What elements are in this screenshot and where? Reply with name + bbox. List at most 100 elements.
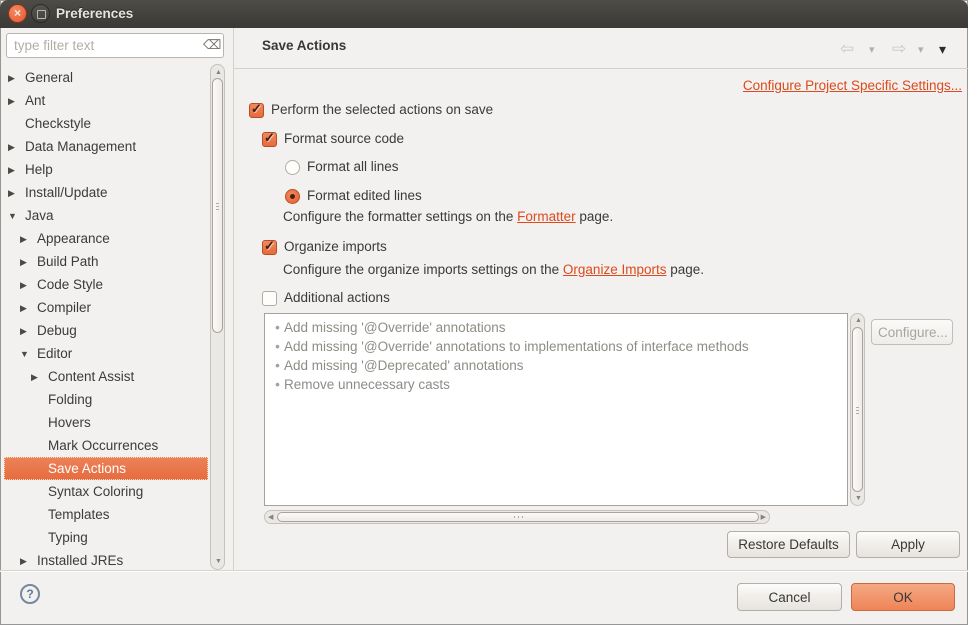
cancel-button[interactable]: Cancel (737, 583, 842, 611)
configure-project-settings-link[interactable]: Configure Project Specific Settings... (743, 78, 962, 93)
list-scrollbar-thumb[interactable] (852, 327, 863, 492)
list-item: •Remove unnecessary casts (265, 375, 847, 394)
tree-item-label: Typing (48, 530, 88, 545)
apply-button[interactable]: Apply (856, 531, 960, 558)
format-edited-lines-radio[interactable] (285, 189, 300, 204)
scroll-up-icon[interactable]: ▲ (215, 69, 222, 76)
list-item-text: Add missing '@Override' annotations to i… (284, 339, 749, 354)
tree-item-debug[interactable]: ▶ Debug (4, 319, 208, 342)
format-edited-lines-label: Format edited lines (307, 188, 422, 203)
tree-item-hovers[interactable]: Hovers (4, 411, 208, 434)
expand-icon[interactable]: ▶ (8, 136, 21, 159)
organize-note-pre: Configure the organize imports settings … (283, 262, 563, 277)
tree-item-syntax-coloring[interactable]: Syntax Coloring (4, 480, 208, 503)
additional-actions-list[interactable]: •Add missing '@Override' annotations•Add… (264, 313, 848, 506)
list-horizontal-scrollbar[interactable]: ◀ ▶ (264, 510, 770, 524)
tree-scrollbar-thumb[interactable] (212, 78, 223, 333)
tree-item-data-management[interactable]: ▶Data Management (4, 135, 208, 158)
maximize-button[interactable] (31, 4, 50, 23)
organize-imports-checkbox[interactable]: ✓ (262, 240, 277, 255)
maximize-icon (37, 10, 46, 19)
tree-item-installed-jres[interactable]: ▶ Installed JREs (4, 549, 208, 570)
expand-icon[interactable]: ▶ (20, 251, 33, 274)
restore-defaults-button[interactable]: Restore Defaults (727, 531, 850, 558)
scroll-up-icon[interactable]: ▲ (855, 317, 862, 324)
expand-icon[interactable]: ▶ (20, 274, 33, 297)
clear-filter-icon[interactable]: ⌫ (203, 37, 221, 53)
help-button[interactable]: ? (20, 584, 40, 604)
list-item-text: Remove unnecessary casts (284, 377, 450, 392)
hscrollbar-thumb[interactable] (277, 512, 759, 522)
tree-item-compiler[interactable]: ▶ Compiler (4, 296, 208, 319)
format-all-lines-radio[interactable] (285, 160, 300, 175)
help-icon: ? (22, 586, 38, 603)
tree-item-label: Compiler (37, 300, 91, 315)
list-item: •Add missing '@Deprecated' annotations (265, 356, 847, 375)
expand-icon[interactable]: ▶ (8, 159, 21, 182)
scroll-down-icon[interactable]: ▼ (215, 558, 222, 565)
scroll-grip (856, 410, 859, 411)
tree-item-templates[interactable]: Templates (4, 503, 208, 526)
close-button[interactable]: × (8, 4, 27, 23)
filter-input[interactable] (6, 33, 224, 58)
tree-item-editor[interactable]: ▼Editor (4, 342, 208, 365)
tree-item-save-actions[interactable]: Save Actions (4, 457, 208, 480)
expand-icon[interactable]: ▶ (31, 366, 44, 389)
expand-icon[interactable]: ▶ (8, 90, 21, 113)
tree-item-general[interactable]: ▶General (4, 66, 208, 89)
tree-item-content-assist[interactable]: ▶Content Assist (4, 365, 208, 388)
tree-item-build-path[interactable]: ▶Build Path (4, 250, 208, 273)
perform-actions-checkbox[interactable]: ✓ (249, 103, 264, 118)
tree-item-mark-occurrences[interactable]: Mark Occurrences (4, 434, 208, 457)
back-dropdown-icon[interactable]: ▾ (869, 43, 875, 56)
list-item-text: Add missing '@Deprecated' annotations (284, 358, 524, 373)
collapse-icon[interactable]: ▼ (20, 343, 33, 366)
expand-icon[interactable]: ▶ (20, 320, 33, 343)
format-source-checkbox[interactable]: ✓ (262, 132, 277, 147)
expand-icon[interactable]: ▶ (20, 550, 33, 570)
organize-imports-link[interactable]: Organize Imports (563, 262, 667, 277)
tree-item-ant[interactable]: ▶Ant (4, 89, 208, 112)
expand-icon[interactable]: ▶ (8, 67, 21, 90)
tree-item-folding[interactable]: Folding (4, 388, 208, 411)
tree-item-typing[interactable]: Typing (4, 526, 208, 549)
tree-item-label: Hovers (48, 415, 91, 430)
additional-actions-label: Additional actions (284, 290, 390, 305)
tree-item-checkstyle[interactable]: Checkstyle (4, 112, 208, 135)
check-icon: ✓ (264, 238, 275, 254)
expand-icon[interactable]: ▶ (20, 228, 33, 251)
scroll-left-icon[interactable]: ◀ (268, 514, 273, 521)
view-menu-icon[interactable]: ▾ (939, 41, 946, 58)
list-vertical-scrollbar[interactable]: ▲ ▼ (850, 313, 865, 506)
titlebar[interactable]: × Preferences (0, 0, 968, 28)
tree-item-install-update[interactable]: ▶Install/Update (4, 181, 208, 204)
additional-actions-checkbox[interactable] (262, 291, 277, 306)
formatter-note-pre: Configure the formatter settings on the (283, 209, 517, 224)
bullet-icon: • (271, 375, 284, 394)
ok-button[interactable]: OK (851, 583, 955, 611)
forward-dropdown-icon[interactable]: ▾ (918, 43, 924, 56)
window-title: Preferences (56, 0, 133, 28)
back-icon[interactable]: ⇦ (840, 39, 854, 59)
scroll-down-icon[interactable]: ▼ (855, 495, 862, 502)
header-divider (234, 68, 968, 69)
list-item: •Add missing '@Override' annotations (265, 318, 847, 337)
close-icon: × (9, 5, 26, 22)
tree-item-label: Installed JREs (37, 553, 123, 568)
formatter-link[interactable]: Formatter (517, 209, 576, 224)
tree-item-appearance[interactable]: ▶Appearance (4, 227, 208, 250)
page-title: Save Actions (262, 38, 346, 53)
scroll-right-icon[interactable]: ▶ (761, 514, 766, 521)
preferences-tree: ▶General▶AntCheckstyle▶Data Management▶H… (0, 64, 209, 570)
forward-icon[interactable]: ⇨ (892, 39, 906, 59)
tree-item-java[interactable]: ▼Java (4, 204, 208, 227)
expand-icon[interactable]: ▶ (20, 297, 33, 320)
tree-scrollbar[interactable]: ▲ ▼ (210, 64, 225, 570)
tree-item-help[interactable]: ▶Help (4, 158, 208, 181)
expand-icon[interactable]: ▶ (8, 182, 21, 205)
tree-item-code-style[interactable]: ▶Code Style (4, 273, 208, 296)
tree-item-label: Debug (37, 323, 77, 338)
configure-button[interactable]: Configure... (871, 319, 953, 345)
bullet-icon: • (271, 356, 284, 375)
collapse-icon[interactable]: ▼ (8, 205, 21, 228)
